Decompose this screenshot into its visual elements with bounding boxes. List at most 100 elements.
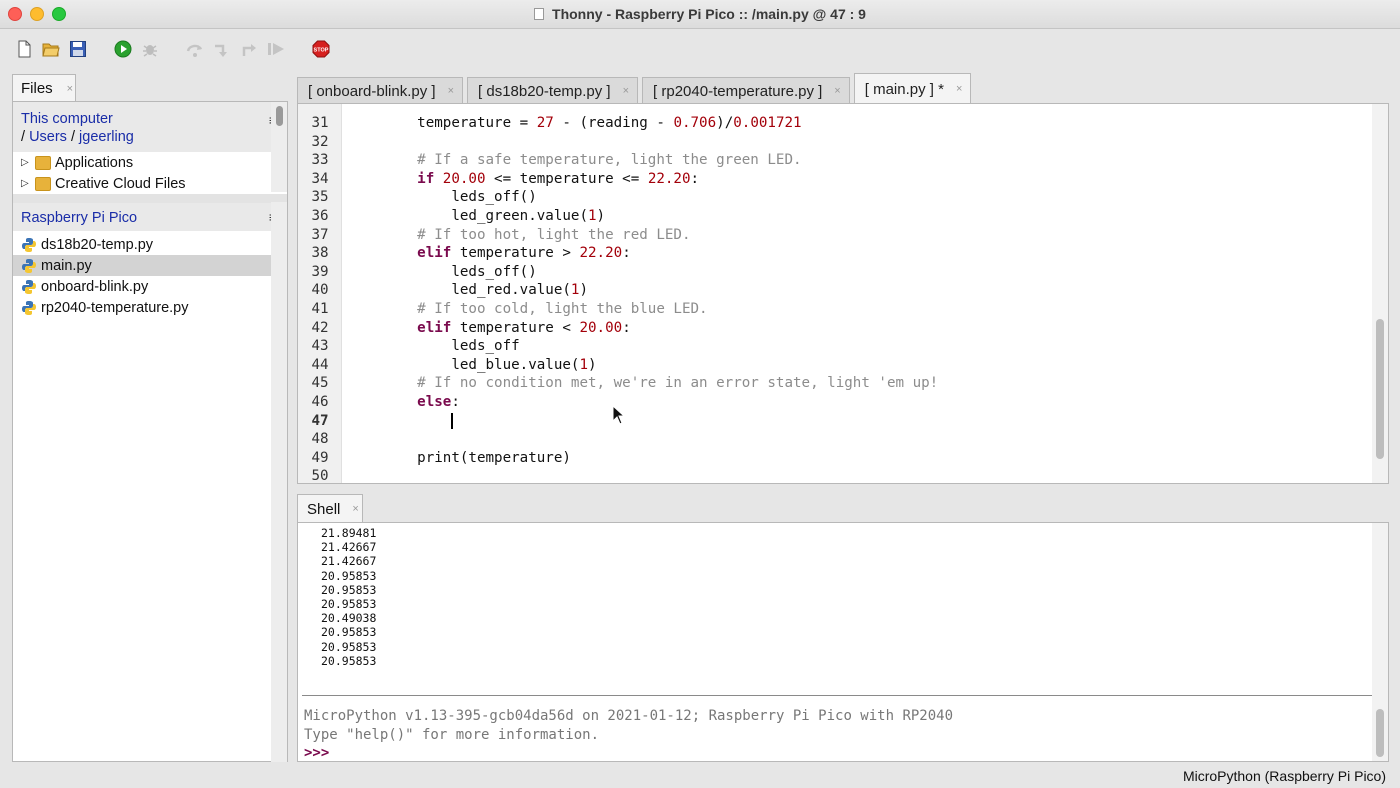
line-number: 32 [311,133,329,150]
code-token: ) [579,282,589,299]
tab-ds18b20-temp[interactable]: [ ds18b20-temp.py ] × [467,77,639,104]
step-over-button[interactable] [185,40,204,59]
line-number: 36 [311,207,329,224]
expand-triangle-icon[interactable]: ▷ [21,157,31,168]
code-line[interactable]: 42 elif temperature < 20.00: [298,319,938,338]
pico-header: Raspberry Pi Pico ≡ [13,203,287,231]
folder-label: Applications [55,154,134,171]
maximize-window-button[interactable] [52,7,66,21]
folder-icon [35,176,51,191]
code-token: leds_off [383,338,520,355]
code-editor[interactable]: 31 temperature = 27 - (reading - 0.706)/… [297,103,1389,484]
step-out-button[interactable] [239,40,258,59]
shell-output-line: 20.95853 [321,653,377,668]
code-line[interactable]: 33 # If a safe temperature, light the gr… [298,151,938,170]
tab-rp2040-temperature[interactable]: [ rp2040-temperature.py ] × [642,77,850,104]
code-area[interactable]: 31 temperature = 27 - (reading - 0.706)/… [298,114,938,483]
new-file-button[interactable] [14,40,33,59]
tab-onboard-blink[interactable]: [ onboard-blink.py ] × [297,77,464,104]
shell-scrollbar[interactable] [1372,523,1388,761]
text-cursor [451,412,454,429]
window-controls [8,7,66,21]
code-text: led_blue.value(1) [342,356,596,375]
run-button[interactable] [113,40,132,59]
code-token: : [451,393,460,410]
code-line[interactable]: 41 # If too cold, light the blue LED. [298,300,938,319]
code-text: elif temperature < 20.00: [342,319,631,338]
file-ds18b20-temp[interactable]: ds18b20-temp.py [13,234,287,255]
shell-prompt[interactable]: >>> [304,745,329,761]
file-onboard-blink[interactable]: onboard-blink.py [13,276,287,297]
path-user-link[interactable]: jgeerling [79,129,134,145]
code-token: 1 [588,207,597,224]
code-token: led_red.value( [383,282,571,299]
code-line[interactable]: 38 elif temperature > 22.20: [298,244,938,263]
code-line[interactable]: 45 # If no condition met, we're in an er… [298,374,938,393]
code-line[interactable]: 50 [298,467,938,483]
code-text: # If a safe temperature, light the green… [342,151,801,170]
save-button[interactable] [68,40,87,59]
code-line[interactable]: 35 leds_off() [298,188,938,207]
tab-files[interactable]: Files × [12,74,76,102]
close-window-button[interactable] [8,7,22,21]
code-text: leds_off [342,337,520,356]
open-file-button[interactable] [41,40,60,59]
step-into-icon [214,44,227,57]
code-line[interactable]: 39 leds_off() [298,263,938,282]
files-scrollbar[interactable] [271,102,287,192]
toolbar: STOP [0,29,1400,69]
line-number: 49 [311,449,329,466]
close-tab-icon[interactable]: × [834,85,840,97]
file-label: ds18b20-temp.py [41,236,154,253]
code-token: leds_off() [383,263,537,280]
interpreter-status[interactable]: MicroPython (Raspberry Pi Pico) [1183,768,1386,784]
pico-files-scrollbar[interactable] [271,202,287,762]
close-shell-tab-icon[interactable]: × [352,503,358,515]
tab-shell[interactable]: Shell × [297,494,363,523]
code-line[interactable]: 31 temperature = 27 - (reading - 0.706)/… [298,114,938,133]
code-line[interactable]: 40 led_red.value(1) [298,281,938,300]
code-line[interactable]: 36 led_green.value(1) [298,207,938,226]
code-text: if 20.00 <= temperature <= 22.20: [342,170,699,189]
step-out-icon [242,44,256,56]
file-main[interactable]: main.py [13,255,287,276]
shell-panel[interactable]: 21.89481 21.42667 21.42667 20.95853 20.95853… [297,522,1389,762]
line-number: 46 [311,393,329,410]
close-tab-icon[interactable]: × [623,85,629,97]
panel-divider[interactable] [13,194,287,203]
stop-label: STOP [313,48,328,54]
debug-button[interactable] [140,40,159,59]
code-text: temperature = 27 - (reading - 0.706)/0.0… [342,114,801,133]
editor-scrollbar[interactable] [1372,104,1388,483]
code-token: : [622,319,631,336]
resume-button[interactable] [266,40,285,59]
code-line[interactable]: 34 if 20.00 <= temperature <= 22.20: [298,170,938,189]
this-computer-link[interactable]: This computer [21,110,279,128]
code-line[interactable]: 48 [298,430,938,449]
file-label: onboard-blink.py [41,278,149,295]
code-line[interactable]: 32 [298,133,938,152]
file-rp2040-temperature[interactable]: rp2040-temperature.py [13,297,287,318]
stop-button[interactable]: STOP [311,40,330,59]
code-text [342,412,454,431]
close-tab-icon[interactable]: × [448,85,454,97]
tab-main[interactable]: [ main.py ] * × [853,73,972,104]
code-line[interactable]: 49 print(temperature) [298,449,938,468]
close-tab-icon[interactable]: × [956,83,962,95]
pico-title[interactable]: Raspberry Pi Pico [21,209,279,227]
code-line[interactable]: 37 # If too hot, light the red LED. [298,226,938,245]
expand-triangle-icon[interactable]: ▷ [21,178,31,189]
folder-applications[interactable]: ▷ Applications [13,152,287,173]
step-over-icon [186,44,202,57]
code-line[interactable]: 43 leds_off [298,337,938,356]
path-users-link[interactable]: Users [29,129,67,145]
folder-label: Creative Cloud Files [55,175,186,192]
step-into-button[interactable] [212,40,231,59]
code-line[interactable]: 44 led_blue.value(1) [298,356,938,375]
shell-output-line: 21.42667 [321,554,377,569]
folder-creative-cloud-files[interactable]: ▷ Creative Cloud Files [13,173,287,194]
minimize-window-button[interactable] [30,7,44,21]
shell-output: 21.89481 21.42667 21.42667 20.95853 20.95853… [321,526,376,668]
close-files-tab-icon[interactable]: × [67,83,73,95]
